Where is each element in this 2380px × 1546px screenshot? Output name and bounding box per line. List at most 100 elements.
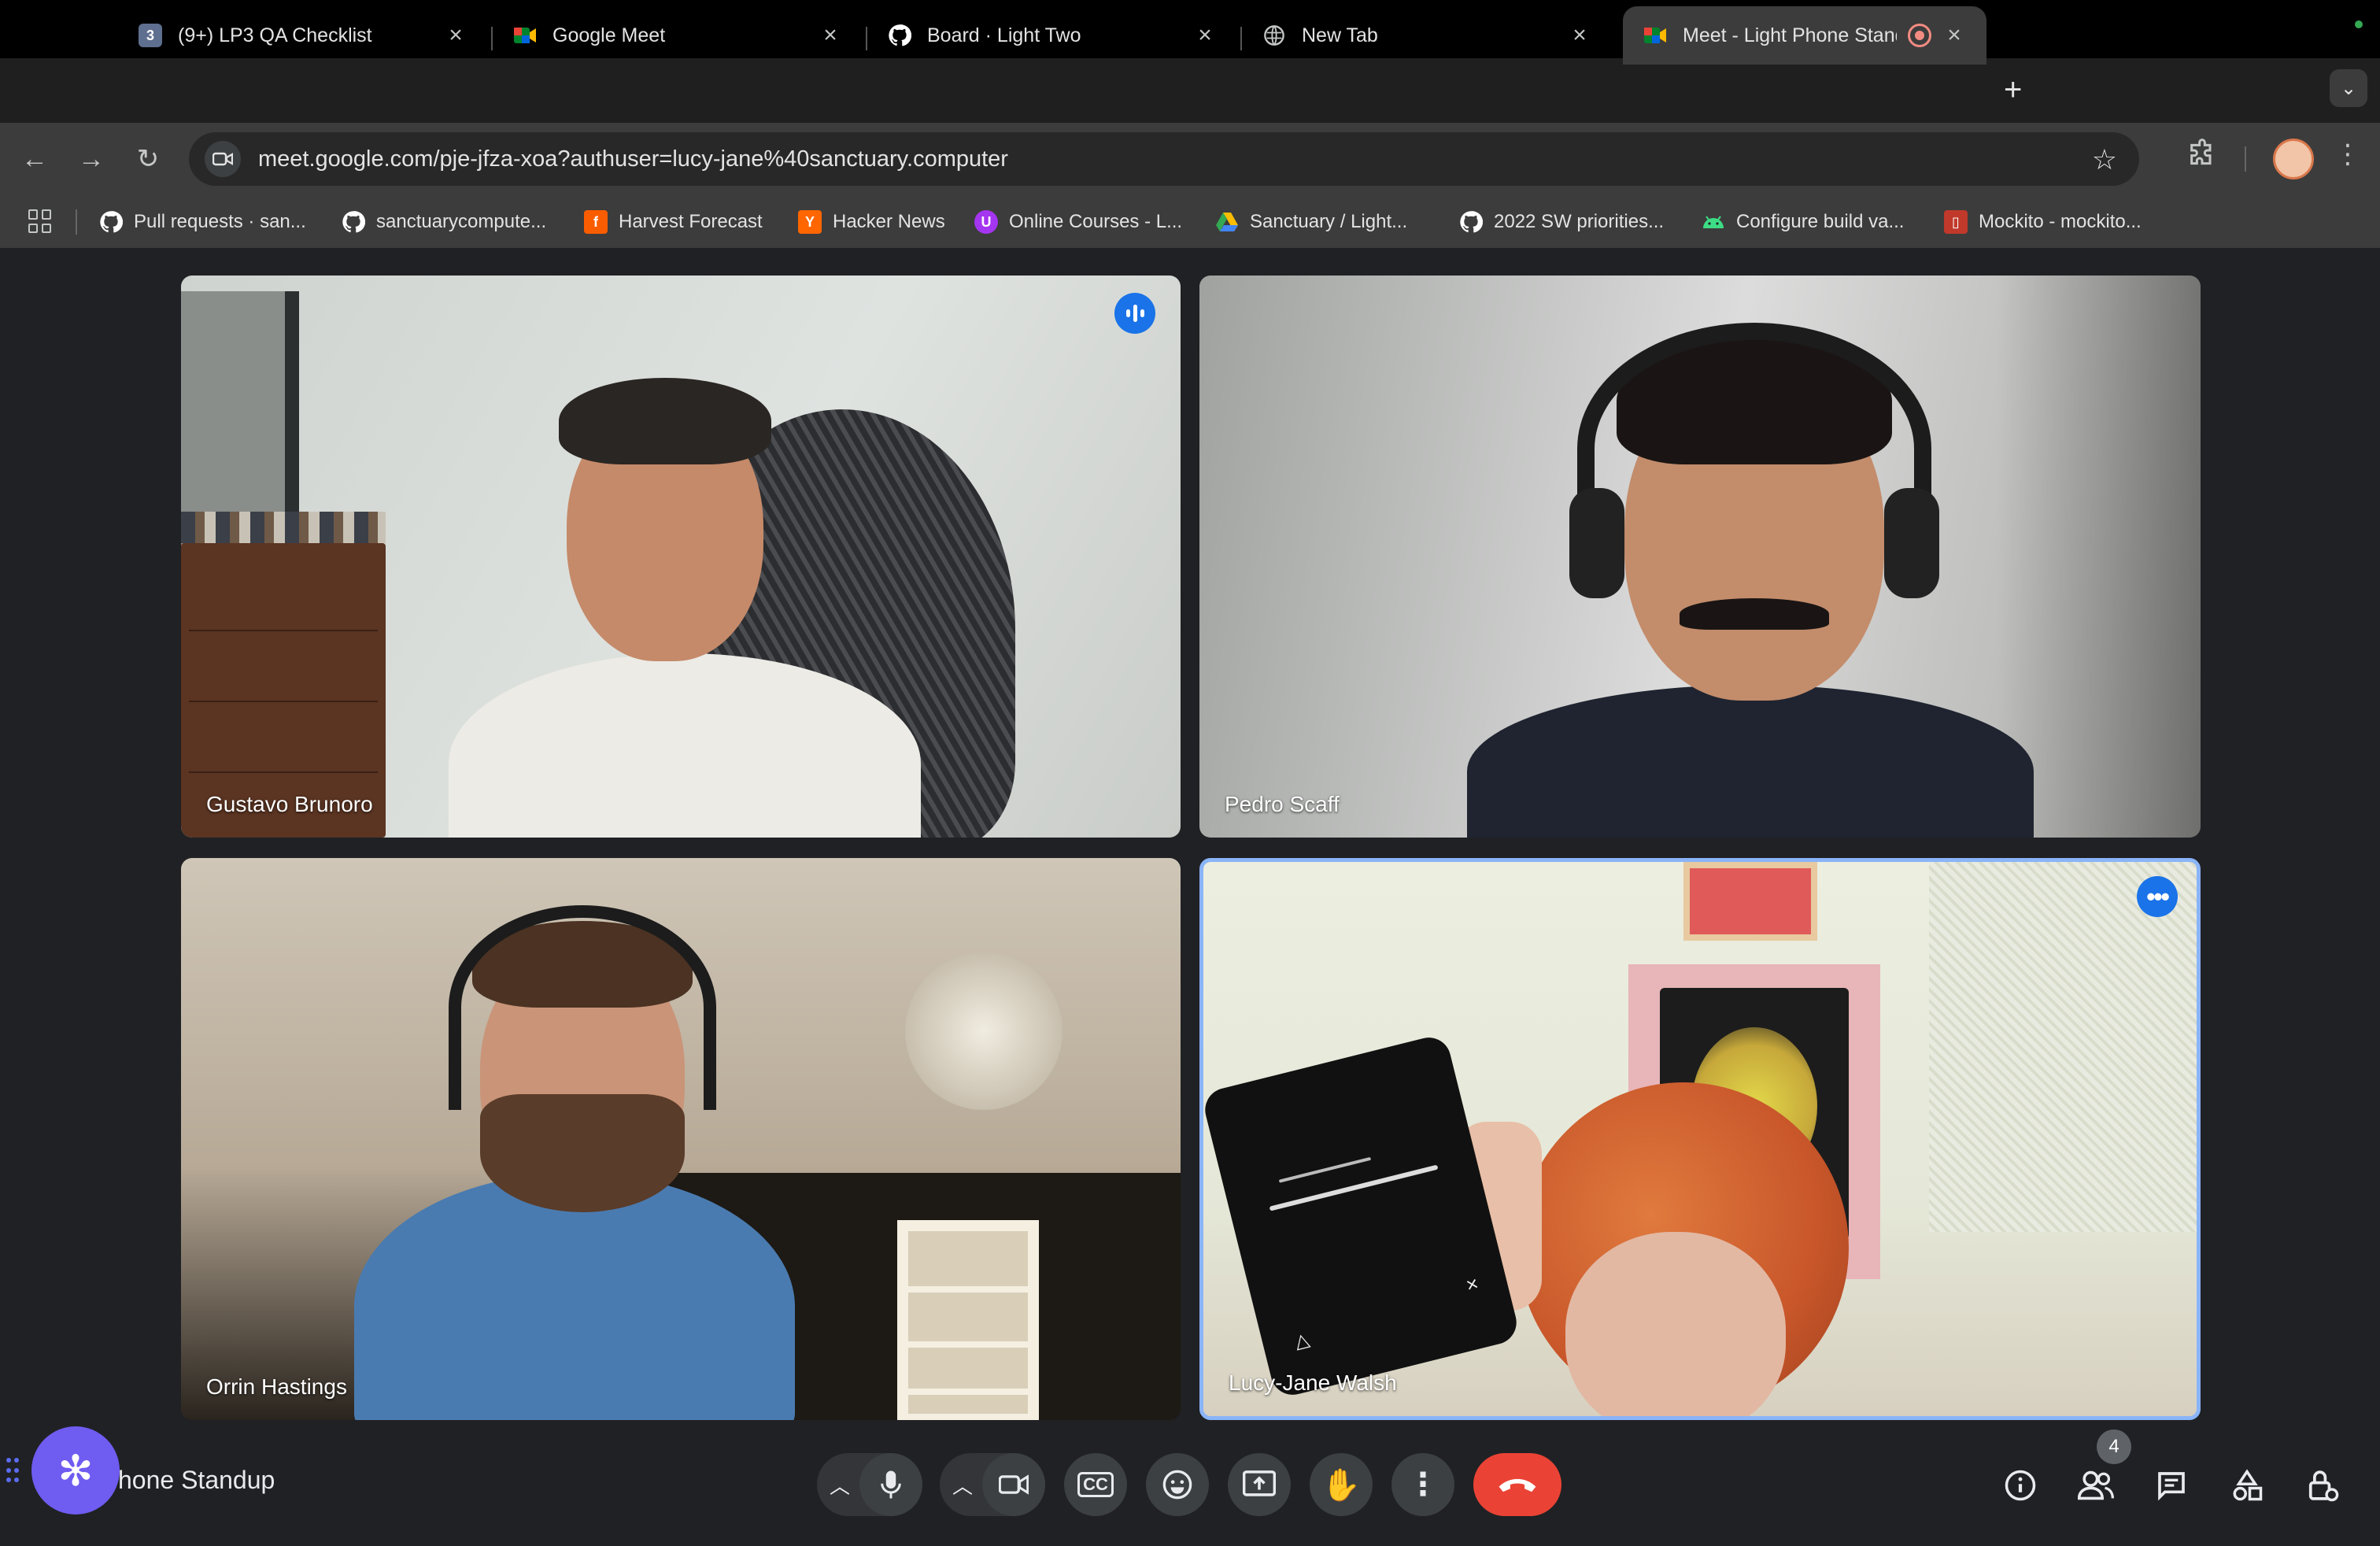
browser-menu-icon[interactable]: ⋮	[2334, 139, 2361, 170]
tab-new-tab[interactable]: New Tab ×	[1242, 6, 1612, 65]
emoji-reaction-button[interactable]	[1146, 1453, 1209, 1516]
reload-button[interactable]: ↻	[131, 142, 165, 176]
right-earcup	[1884, 488, 1939, 598]
camera-control-group: ︿	[940, 1453, 1045, 1516]
tile-options-button[interactable]: •••	[2137, 876, 2178, 917]
bookmark-star-icon[interactable]: ☆	[2092, 143, 2117, 176]
bookmark-pull-requests[interactable]: Pull requests · san...	[99, 208, 306, 236]
globe-icon	[1262, 24, 1286, 47]
back-button[interactable]: ←	[17, 142, 52, 176]
tab-close-icon[interactable]: ×	[444, 22, 468, 49]
video-options-chevron-icon[interactable]: ︿	[952, 1470, 973, 1500]
present-screen-icon	[1243, 1470, 1276, 1496]
camera-site-icon[interactable]	[205, 141, 241, 177]
participant-tile-lucy-jane[interactable]: × △ ••• Lucy-Jane Walsh	[1199, 858, 2201, 1420]
captions-button[interactable]: CC	[1064, 1453, 1127, 1516]
participant-name: Lucy-Jane Walsh	[1229, 1370, 1397, 1395]
people-count-badge: 4	[2097, 1429, 2131, 1464]
more-vert-icon: ⋮	[1407, 1467, 1439, 1502]
url-text: meet.google.com/pje-jfza-xoa?authuser=lu…	[258, 146, 1008, 172]
tab-favicon-icon: 3	[139, 24, 162, 47]
bookmark-label: Hacker News	[833, 211, 945, 232]
meeting-title: hone Standup	[118, 1466, 275, 1494]
bookmark-online-courses[interactable]: U Online Courses - L...	[974, 208, 1182, 236]
participant-tile-gustavo[interactable]: Gustavo Brunoro	[181, 276, 1181, 838]
participant-name: Pedro Scaff	[1225, 792, 1340, 816]
bookmark-sanctuary-light[interactable]: Sanctuary / Light...	[1215, 208, 1407, 236]
tab-title: Board · Light Two	[927, 24, 1081, 46]
person-beard	[480, 1094, 685, 1212]
hacker-news-icon: Y	[798, 210, 822, 234]
activities-icon[interactable]	[2226, 1464, 2268, 1507]
new-tab-button[interactable]: +	[2004, 72, 2022, 108]
tab-close-icon[interactable]: ×	[1193, 22, 1217, 49]
more-options-button[interactable]: ⋮	[1391, 1453, 1454, 1516]
hang-up-phone-icon	[1499, 1478, 1536, 1492]
host-controls-lock-icon[interactable]	[2301, 1464, 2344, 1507]
bookmark-label: 2022 SW priorities...	[1494, 211, 1665, 232]
bookmark-sanctuarycomputer[interactable]: sanctuarycompute...	[342, 208, 546, 236]
address-bar[interactable]: meet.google.com/pje-jfza-xoa?authuser=lu…	[189, 132, 2139, 186]
bookmarks-separator	[76, 209, 77, 235]
bookmark-harvest-forecast[interactable]: f Harvest Forecast	[584, 208, 763, 236]
bookmark-hacker-news[interactable]: Y Hacker News	[798, 208, 945, 236]
meet-favicon-icon	[513, 24, 537, 47]
profile-avatar[interactable]	[2273, 139, 2314, 179]
harvest-icon: f	[584, 210, 608, 234]
raise-hand-button[interactable]: ✋	[1310, 1453, 1373, 1516]
leave-call-button[interactable]	[1473, 1453, 1561, 1516]
chat-icon[interactable]	[2150, 1464, 2193, 1507]
tab-close-icon[interactable]: ×	[1568, 22, 1591, 49]
udemy-icon: U	[974, 210, 998, 234]
tab-google-meet[interactable]: Google Meet ×	[493, 6, 863, 65]
wall-map	[1929, 862, 2197, 1232]
phone-screen-text	[1278, 1156, 1372, 1183]
present-screen-button[interactable]	[1228, 1453, 1291, 1516]
phone-screen-text	[1269, 1164, 1439, 1211]
bookmark-mockito[interactable]: ▯ Mockito - mockito...	[1944, 208, 2142, 236]
tab-close-icon[interactable]: ×	[819, 22, 842, 49]
github-icon	[1459, 210, 1483, 234]
drive-icon	[1215, 210, 1239, 234]
tab-search-button[interactable]: ⌄	[2330, 69, 2367, 107]
github-icon	[342, 210, 365, 234]
tab-meet-light-phone-standup[interactable]: Meet - Light Phone Stand ×	[1623, 6, 1986, 65]
extensions-icon[interactable]	[2186, 139, 2218, 177]
headphones	[449, 905, 716, 1110]
snowflake-app-icon[interactable]: ✻	[31, 1426, 120, 1515]
meet-favicon-icon	[1643, 24, 1667, 47]
participant-name: Orrin Hastings	[206, 1374, 347, 1399]
mustache	[1680, 598, 1829, 630]
tab-title: Meet - Light Phone Stand	[1683, 24, 1897, 46]
bookmark-label: Mockito - mockito...	[1979, 211, 2142, 232]
person-face	[1565, 1232, 1786, 1416]
android-icon	[1702, 210, 1725, 234]
toolbar-separator	[2245, 146, 2246, 172]
camera-button[interactable]	[982, 1453, 1045, 1516]
tab-close-icon[interactable]: ×	[1942, 22, 1966, 49]
wall-poster-small	[1683, 862, 1817, 941]
tab-board-light-two[interactable]: Board · Light Two ×	[867, 6, 1237, 65]
bookmark-label: Pull requests · san...	[134, 211, 306, 232]
audio-options-chevron-icon[interactable]: ︿	[830, 1470, 850, 1500]
people-icon[interactable]	[2075, 1464, 2117, 1507]
tab-lp3-qa-checklist[interactable]: 3 (9+) LP3 QA Checklist ×	[118, 6, 488, 65]
emoji-icon	[1162, 1470, 1192, 1500]
bookmarks-bar: Pull requests · san... sanctuarycompute.…	[0, 195, 2380, 249]
forward-button[interactable]: →	[74, 142, 109, 176]
bookmark-label: sanctuarycompute...	[376, 211, 547, 232]
microphone-button[interactable]	[859, 1453, 922, 1516]
bookmark-2022-sw-priorities[interactable]: 2022 SW priorities...	[1459, 208, 1664, 236]
bookmark-configure-build[interactable]: Configure build va...	[1702, 208, 1904, 236]
participant-tile-pedro[interactable]: Pedro Scaff	[1199, 276, 2201, 838]
participant-tile-orrin[interactable]: Orrin Hastings	[181, 858, 1181, 1420]
tab-title: Google Meet	[552, 24, 666, 46]
apps-grid-icon[interactable]	[28, 209, 52, 233]
drag-handle-icon[interactable]	[6, 1458, 22, 1485]
tab-strip	[0, 58, 2380, 123]
headphones	[1577, 323, 1931, 575]
microphone-control-group: ︿	[817, 1453, 922, 1516]
person-hair	[559, 378, 771, 464]
github-icon	[888, 24, 911, 47]
meeting-info-icon[interactable]	[1999, 1464, 2042, 1507]
